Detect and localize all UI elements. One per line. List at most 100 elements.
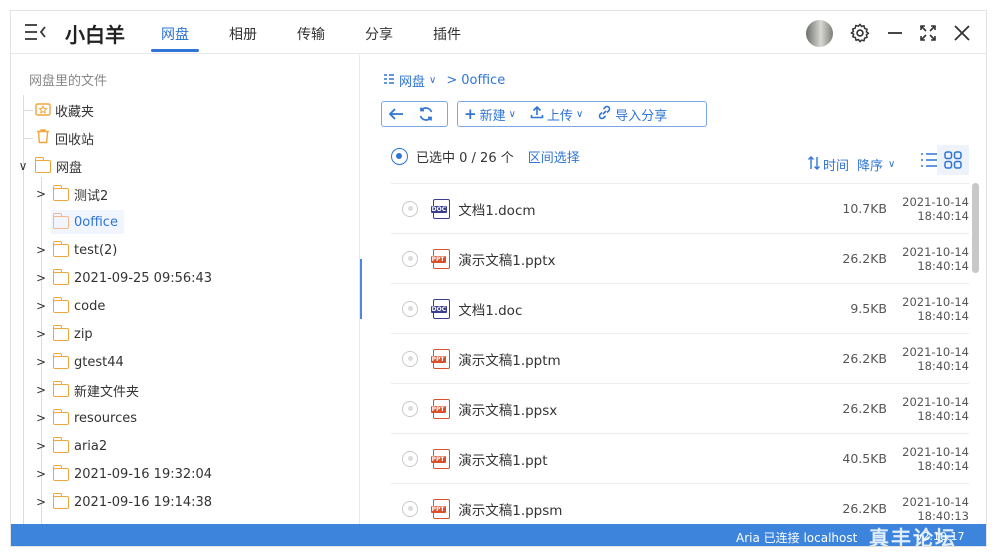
file-row[interactable]: PPT 演示文稿1.pptm 26.2KB 2021-10-14 18:40:14 (391, 333, 969, 383)
file-size: 10.7KB (842, 201, 887, 216)
folder-icon (52, 296, 69, 313)
select-all-radio[interactable] (391, 148, 408, 165)
row-select-radio[interactable] (402, 450, 418, 467)
tree-item-label: aria2 (74, 438, 108, 454)
upload-label: 上传 (546, 108, 573, 124)
tree-item-folder[interactable]: > 2021-09-16 19:14:38 (33, 490, 212, 514)
folder-icon (34, 156, 51, 173)
file-name: 演示文稿1.ppt (458, 452, 548, 469)
chevron-down-icon[interactable]: ∨ (15, 159, 31, 173)
row-select-radio[interactable] (402, 400, 418, 417)
close-icon[interactable] (950, 21, 974, 45)
tree-item-disk[interactable]: ∨ 网盘 (15, 154, 82, 178)
sort-order: 降序 (857, 159, 884, 174)
tree-item-label: 网盘 (56, 160, 83, 176)
chevron-right-icon[interactable]: > (33, 439, 49, 453)
file-row[interactable]: PPT 演示文稿1.ppt 40.5KB 2021-10-14 18:40:14 (391, 433, 969, 483)
grid-view-icon[interactable] (937, 145, 969, 175)
powerpoint-icon: PPT (430, 398, 451, 419)
selection-count: 已选中 0 / 26 个 (416, 151, 514, 166)
tree-item-folder[interactable]: > resources (33, 406, 137, 430)
folder-icon (52, 492, 69, 509)
back-button[interactable] (388, 107, 404, 121)
tree-item-folder[interactable]: > 2021-09-25 09:56:43 (33, 266, 212, 290)
folder-icon (52, 212, 69, 229)
row-select-radio[interactable] (402, 300, 418, 317)
folder-icon (52, 240, 69, 257)
breadcrumb-current[interactable]: 0office (461, 73, 505, 88)
chevron-right-icon[interactable]: > (33, 243, 49, 257)
chevron-right-icon[interactable]: > (33, 383, 49, 397)
status-bar: 真丰论坛 Aria 已连接 localhost v2.10.17 (11, 524, 986, 546)
file-size: 26.2KB (842, 351, 887, 366)
tree-item-label: 测试2 (74, 188, 109, 204)
chevron-right-icon[interactable]: > (33, 467, 49, 481)
import-share-button[interactable]: 导入分享 (597, 105, 667, 124)
tree-item-folder[interactable]: > 2021-09-16 19:32:04 (33, 462, 212, 486)
row-select-radio[interactable] (402, 500, 418, 517)
tree-item-folder[interactable]: > 测试2 (33, 182, 108, 206)
chevron-down-icon[interactable]: ∨ (429, 75, 436, 86)
tree-item-trash[interactable]: 回收站 (35, 126, 94, 150)
tree-item-label: 回收站 (55, 132, 95, 148)
tree-item-folder[interactable]: > gtest44 (33, 350, 124, 374)
folder-icon (52, 436, 69, 453)
tree-item-label: resources (74, 410, 138, 426)
nav-button-group (381, 101, 448, 127)
tree-guide-line (23, 138, 33, 139)
folder-icon (52, 352, 69, 369)
tree-item-favorites[interactable]: 收藏夹 (35, 98, 94, 122)
link-icon (597, 105, 612, 124)
tree-item-folder[interactable]: > code (33, 294, 105, 318)
tree-item-folder[interactable]: > zip (33, 322, 93, 346)
chevron-right-icon[interactable]: > (33, 299, 49, 313)
tab-transfer[interactable]: 传输 (297, 24, 325, 44)
selection-bar: 已选中 0 / 26 个 区间选择 (391, 147, 580, 166)
tab-disk[interactable]: 网盘 (161, 24, 189, 44)
tree-item-folder[interactable]: > aria2 (33, 434, 107, 458)
word-doc-icon: DOC (430, 198, 451, 219)
chevron-right-icon[interactable]: > (33, 355, 49, 369)
tree-item-0office[interactable]: 0office (51, 210, 124, 234)
new-label: 新建 (479, 108, 506, 124)
row-select-radio[interactable] (402, 350, 418, 367)
minimize-icon[interactable] (883, 21, 907, 45)
file-name: 演示文稿1.pptx (458, 252, 556, 269)
file-list-scrollbar[interactable] (972, 183, 979, 273)
chevron-right-icon[interactable]: > (33, 187, 49, 201)
breadcrumb: 网盘 ∨ > 0office (383, 71, 505, 90)
sort-control[interactable]: 时间 降序 ∨ (807, 155, 895, 174)
chevron-right-icon[interactable]: > (33, 327, 49, 341)
avatar[interactable] (806, 20, 833, 47)
file-row[interactable]: PPT 演示文稿1.ppsx 26.2KB 2021-10-14 18:40:14 (391, 383, 969, 433)
app-title: 小白羊 (65, 23, 125, 47)
file-row[interactable]: PPT 演示文稿1.pptx 26.2KB 2021-10-14 18:40:14 (391, 233, 969, 283)
word-doc-icon: DOC (430, 298, 451, 319)
chevron-right-icon[interactable]: > (33, 411, 49, 425)
settings-icon[interactable] (848, 21, 872, 45)
tab-share[interactable]: 分享 (365, 24, 393, 44)
file-row[interactable]: DOC 文档1.doc 9.5KB 2021-10-14 18:40:14 (391, 283, 969, 333)
tab-plugins[interactable]: 插件 (433, 24, 461, 44)
breadcrumb-root[interactable]: 网盘 (399, 71, 425, 90)
new-button[interactable]: + 新建 ∨ (464, 105, 516, 124)
range-select-link[interactable]: 区间选择 (528, 147, 580, 166)
file-time: 2021-10-14 18:40:14 (902, 344, 969, 373)
chevron-right-icon[interactable]: > (33, 271, 49, 285)
file-row[interactable]: DOC 文档1.docm 10.7KB 2021-10-14 18:40:14 (391, 183, 969, 233)
sort-icon (807, 155, 821, 174)
chevron-down-icon: ∨ (508, 108, 516, 120)
file-row[interactable]: PPT 演示文稿1.ppsm 26.2KB 2021-10-14 18:40:13 (391, 483, 969, 525)
maximize-icon[interactable] (916, 21, 940, 45)
chevron-right-icon[interactable]: > (33, 495, 49, 509)
upload-button[interactable]: 上传 ∨ (530, 105, 583, 124)
tab-album[interactable]: 相册 (229, 24, 257, 44)
tree-item-folder[interactable]: > test(2) (33, 238, 117, 262)
row-select-radio[interactable] (402, 200, 418, 217)
tree-item-folder[interactable]: > 新建文件夹 (33, 378, 139, 402)
tree-item-label: test(2) (74, 242, 118, 258)
sort-field: 时间 (823, 159, 850, 174)
refresh-button[interactable] (418, 106, 434, 122)
row-select-radio[interactable] (402, 250, 418, 267)
menu-collapse-icon[interactable] (23, 22, 49, 44)
